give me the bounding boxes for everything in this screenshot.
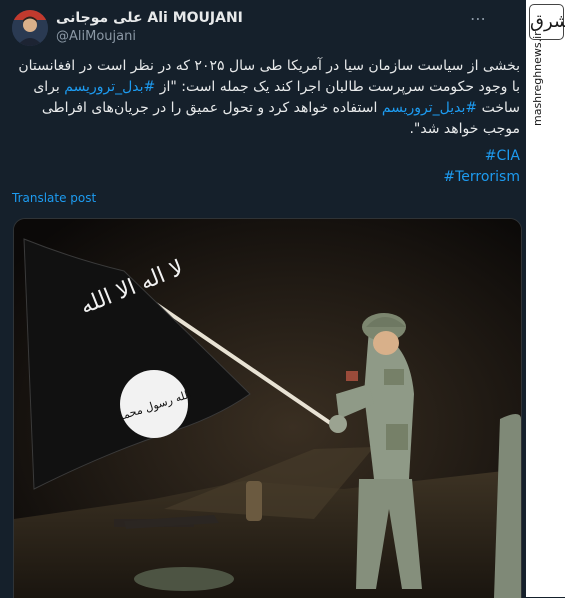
hashtag-list: #CIA #Terrorism	[12, 146, 520, 188]
watermark-strip: مشرق mashreghnews.ir	[526, 0, 565, 597]
hashtag-terrorism[interactable]: #Terrorism	[12, 167, 520, 188]
watermark-logo-text: مشرق	[530, 11, 565, 32]
post-text-segment: با وجود حکومت سرپرست طالبان اجرا کند یک …	[155, 79, 520, 95]
post-text-segment: ساخت	[477, 100, 520, 116]
translate-post-link[interactable]: Translate post	[12, 191, 96, 205]
avatar[interactable]	[12, 10, 48, 46]
post-image[interactable]: لا اله الا الله الله رسول محمد	[13, 218, 522, 598]
post-line: با وجود حکومت سرپرست طالبان اجرا کند یک …	[12, 77, 520, 98]
post-text-segment: برای	[33, 79, 65, 95]
post-text-segment: استفاده خواهد کرد و تحول عمیق را در جریا…	[41, 100, 382, 116]
post-line: ساخت #بدیل_تروریسم استفاده خواهد کرد و ت…	[12, 98, 520, 119]
post-line: موجب خواهد شد".	[409, 121, 520, 137]
author-name[interactable]: علی موجانی Ali MOUJANI	[56, 10, 243, 26]
post-line: بخشی از سیاست سازمان سیا در آمریکا طی سا…	[18, 58, 520, 74]
author-handle[interactable]: @AliMoujani	[56, 29, 136, 44]
post-text: بخشی از سیاست سازمان سیا در آمریکا طی سا…	[12, 56, 520, 140]
hashtag-link[interactable]: #بدل_تروریسم	[64, 79, 155, 95]
watermark-url: mashreghnews.ir	[531, 31, 544, 126]
tweet: علی موجانی Ali MOUJANI @AliMoujani ⋯ بخش…	[0, 0, 526, 598]
ellipsis-icon[interactable]: ⋯	[466, 8, 490, 30]
hashtag-link[interactable]: #بدیل_تروریسم	[382, 100, 477, 116]
hashtag-cia[interactable]: #CIA	[12, 146, 520, 167]
